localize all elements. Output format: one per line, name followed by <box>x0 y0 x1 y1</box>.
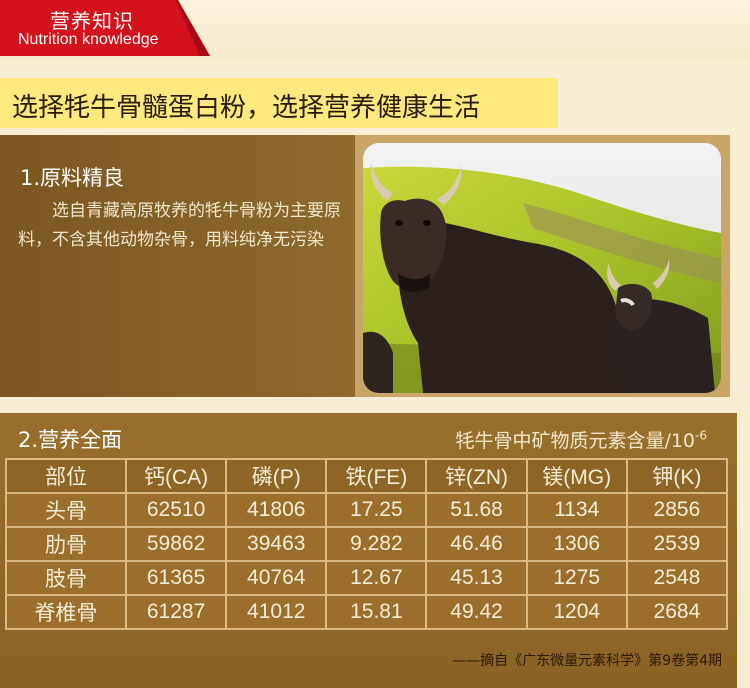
table-cell: 2548 <box>625 560 729 596</box>
mineral-table: 部位 钙(CA) 磷(P) 铁(FE) 锌(ZN) 镁(MG) 钾(K) 头骨 … <box>5 458 729 630</box>
table-cell: 49.42 <box>425 594 528 630</box>
photo-frame <box>355 135 730 397</box>
table-cell: 41806 <box>225 492 328 528</box>
table-cell: 头骨 <box>5 492 127 528</box>
table-cell: 2856 <box>625 492 729 528</box>
header-part: 部位 <box>5 458 127 494</box>
yak-photo <box>363 143 721 393</box>
table-cell: 39463 <box>225 526 328 562</box>
section-raw-material: 1.原料精良 选自青藏高原牧养的牦牛骨粉为主要原料，不含其他动物杂骨，用料纯净无… <box>0 135 730 397</box>
table-cell: 15.81 <box>325 594 428 630</box>
header-magnesium: 镁(MG) <box>525 458 628 494</box>
table-cell: 12.67 <box>325 560 428 596</box>
table-cell: 59862 <box>124 526 228 562</box>
table-cell: 1275 <box>525 560 628 596</box>
table-caption: 牦牛骨中矿物质元素含量/10-6 <box>455 426 707 453</box>
table-cell: 1134 <box>525 492 628 528</box>
table-cell: 46.46 <box>425 526 528 562</box>
table-cell: 脊椎骨 <box>5 594 127 630</box>
slogan-bar: 选择牦牛骨髓蛋白粉，选择营养健康生活 <box>0 78 558 128</box>
table-cell: 62510 <box>124 492 228 528</box>
table-cell: 9.282 <box>325 526 428 562</box>
header-phosphorus: 磷(P) <box>225 458 328 494</box>
table-cell: 61287 <box>124 594 228 630</box>
table-row: 肢骨 61365 40764 12.67 45.13 1275 2548 <box>5 560 729 596</box>
table-row: 头骨 62510 41806 17.25 51.68 1134 2856 <box>5 492 729 528</box>
table-caption-exponent: -6 <box>695 428 707 443</box>
table-cell: 1306 <box>525 526 628 562</box>
header-zinc: 锌(ZN) <box>425 458 528 494</box>
table-cell: 41012 <box>225 594 328 630</box>
table-cell: 肢骨 <box>5 560 127 596</box>
section-tag: 营养知识 Nutrition knowledge <box>0 0 210 56</box>
table-cell: 2684 <box>625 594 729 630</box>
tag-title-en: Nutrition knowledge <box>18 31 159 48</box>
table-cell: 17.25 <box>325 492 428 528</box>
nutrition-title: 2.营养全面 <box>18 428 123 452</box>
table-cell: 61365 <box>124 560 228 596</box>
slogan-text: 选择牦牛骨髓蛋白粉，选择营养健康生活 <box>12 93 481 123</box>
header-iron: 铁(FE) <box>325 458 428 494</box>
table-cell: 2539 <box>625 526 729 562</box>
table-cell: 45.13 <box>425 560 528 596</box>
table-row: 肋骨 59862 39463 9.282 46.46 1306 2539 <box>5 526 729 562</box>
table-caption-text: 牦牛骨中矿物质元素含量/10 <box>455 430 696 452</box>
header-calcium: 钙(CA) <box>124 458 228 494</box>
source-citation: ——摘自《广东微量元素科学》第9卷第4期 <box>452 653 722 669</box>
raw-material-body: 选自青藏高原牧养的牦牛骨粉为主要原料，不含其他动物杂骨，用料纯净无污染 <box>18 201 341 250</box>
table-cell: 肋骨 <box>5 526 127 562</box>
tag-title-cn: 营养知识 <box>50 9 134 33</box>
raw-material-textbox: 1.原料精良 选自青藏高原牧养的牦牛骨粉为主要原料，不含其他动物杂骨，用料纯净无… <box>0 135 355 397</box>
raw-material-title: 1.原料精良 <box>20 166 125 190</box>
yak-illustration <box>363 143 721 393</box>
table-cell: 40764 <box>225 560 328 596</box>
table-cell: 51.68 <box>425 492 528 528</box>
table-cell: 1204 <box>525 594 628 630</box>
section-nutrition: 2.营养全面 牦牛骨中矿物质元素含量/10-6 部位 钙(CA) 磷(P) 铁(… <box>0 413 737 688</box>
table-row: 脊椎骨 61287 41012 15.81 49.42 1204 2684 <box>5 594 729 630</box>
table-header-row: 部位 钙(CA) 磷(P) 铁(FE) 锌(ZN) 镁(MG) 钾(K) <box>5 458 729 494</box>
header-potassium: 钾(K) <box>625 458 729 494</box>
